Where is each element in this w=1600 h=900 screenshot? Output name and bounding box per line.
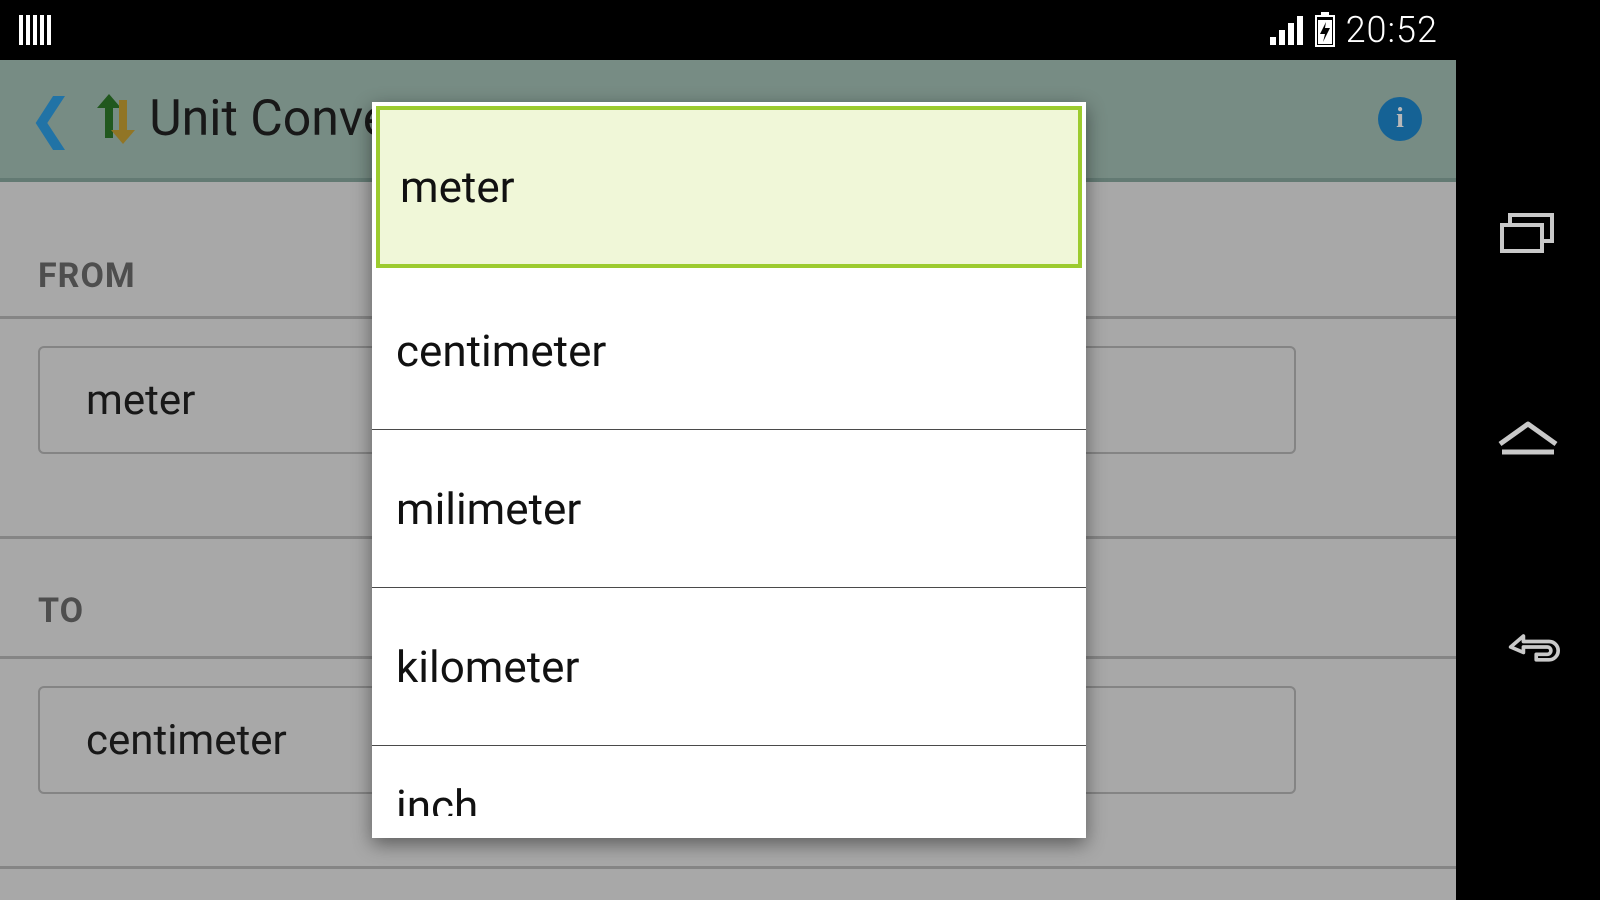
unit-option-label: meter bbox=[400, 161, 515, 213]
unit-option-milimeter[interactable]: milimeter bbox=[372, 430, 1086, 588]
unit-select-dialog: meter centimeter milimeter kilometer inc… bbox=[372, 102, 1086, 838]
unit-option-label: kilometer bbox=[396, 641, 579, 693]
status-clock: 20:52 bbox=[1346, 9, 1438, 51]
unit-option-meter[interactable]: meter bbox=[376, 106, 1082, 268]
android-nav-bar bbox=[1456, 0, 1600, 900]
app-screen: 20:52 ❮ Unit Converter i FROM meter TO c… bbox=[0, 0, 1456, 900]
battery-charging-icon bbox=[1314, 12, 1336, 48]
unit-option-inch[interactable]: inch bbox=[372, 746, 1086, 816]
unit-option-label: milimeter bbox=[396, 483, 581, 535]
recent-apps-icon[interactable] bbox=[1496, 209, 1560, 257]
back-icon[interactable] bbox=[1496, 623, 1560, 671]
cell-signal-icon bbox=[1270, 15, 1304, 45]
status-bar: 20:52 bbox=[0, 0, 1456, 60]
unit-option-centimeter[interactable]: centimeter bbox=[372, 272, 1086, 430]
unit-option-label: inch bbox=[396, 780, 478, 816]
barcode-icon bbox=[18, 13, 52, 47]
unit-option-kilometer[interactable]: kilometer bbox=[372, 588, 1086, 746]
unit-option-label: centimeter bbox=[396, 325, 606, 377]
home-icon[interactable] bbox=[1496, 416, 1560, 464]
